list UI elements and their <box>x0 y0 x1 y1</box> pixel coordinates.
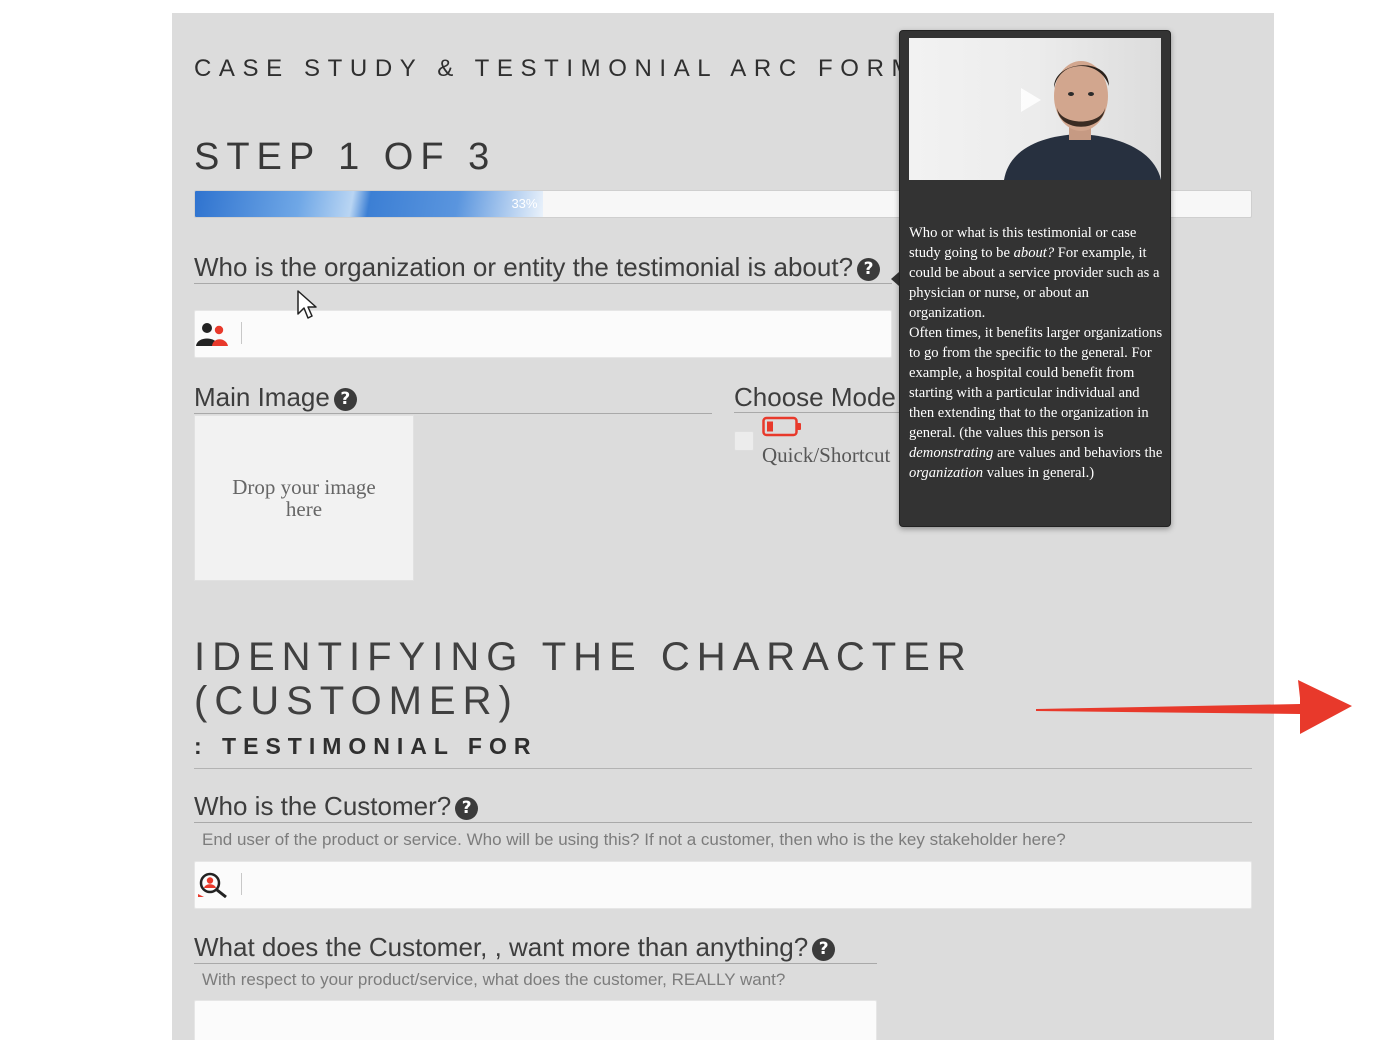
customer-input[interactable] <box>194 861 1252 909</box>
user-search-icon <box>198 872 227 898</box>
progress-label: 33% <box>511 196 538 211</box>
mode-option-quick[interactable]: Quick/Shortcut <box>762 443 890 468</box>
battery-low-icon <box>762 416 801 437</box>
question-circle-icon[interactable]: ? <box>455 796 479 820</box>
tooltip-text-emphasis: demonstrating <box>909 445 994 461</box>
main-image-label: Main Image? <box>194 384 712 414</box>
desire-field-label: What does the Customer, , want more than… <box>194 934 877 964</box>
tooltip-arrow <box>891 272 899 286</box>
mouse-cursor-icon <box>297 290 317 319</box>
step-indicator: STEP 1 OF 3 <box>194 136 497 178</box>
tooltip-text-part: values in general.) <box>983 465 1095 481</box>
text-caret <box>241 873 242 895</box>
customer-field-label: Who is the Customer?? <box>194 793 1252 823</box>
mode-checkbox[interactable] <box>734 431 754 451</box>
video-thumbnail[interactable] <box>909 38 1161 180</box>
question-circle-icon[interactable]: ? <box>857 257 881 281</box>
text-caret <box>241 322 242 344</box>
presenter-figure <box>1004 61 1161 180</box>
users-icon <box>196 323 228 346</box>
question-circle-icon[interactable]: ? <box>812 937 836 961</box>
tooltip-text-part: are values and behaviors the <box>993 445 1163 461</box>
red-arrow-icon <box>1036 680 1352 734</box>
dropzone-text: Drop your image here <box>232 475 376 521</box>
play-icon[interactable] <box>1021 88 1041 112</box>
help-tooltip: Who or what is this testimonial or case … <box>899 30 1171 527</box>
main-image-label-text: Main Image <box>194 382 330 412</box>
section-subtitle: : TESTIMONIAL FOR <box>194 733 538 759</box>
desire-label-text: What does the Customer, , want more than… <box>194 932 809 962</box>
tooltip-text: Who or what is this testimonial or case … <box>909 223 1165 483</box>
organization-field-label: Who is the organization or entity the te… <box>194 254 892 284</box>
tooltip-text-emphasis: organization <box>909 465 984 481</box>
tooltip-text-part: Often times, it benefits larger organiza… <box>909 325 1163 441</box>
customer-hint: End user of the product or service. Who … <box>202 830 1066 849</box>
tooltip-text-emphasis: about? <box>1013 245 1055 261</box>
desire-hint: With respect to your product/service, wh… <box>202 970 786 989</box>
mode-label-text: Choose Mode <box>734 384 896 412</box>
desire-input[interactable] <box>194 1000 877 1040</box>
customer-label-text: Who is the Customer? <box>194 791 452 821</box>
question-circle-icon[interactable]: ? <box>333 387 357 411</box>
mode-label: Choose Mode <box>734 384 904 413</box>
form-title: CASE STUDY & TESTIMONIAL ARC FORM <box>194 55 920 82</box>
image-dropzone[interactable]: Drop your image here <box>194 415 414 581</box>
organization-label-text: Who is the organization or entity the te… <box>194 252 854 282</box>
progress-bar-fill: 33% <box>195 191 544 217</box>
section-title: IDENTIFYING THE CHARACTER (CUSTOMER) <box>194 635 973 723</box>
section-divider <box>194 768 1252 769</box>
